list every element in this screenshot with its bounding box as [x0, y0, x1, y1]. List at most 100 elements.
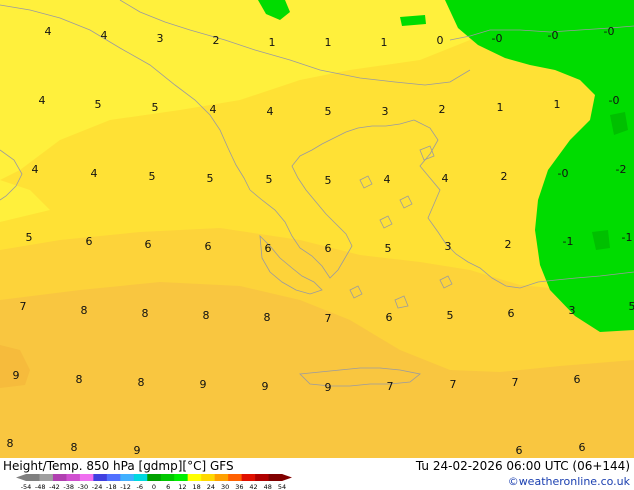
grid-value: 9 — [325, 381, 332, 394]
grid-value: 1 — [381, 36, 388, 49]
grid-value: 3 — [445, 240, 452, 253]
valid-time: Tu 24-02-2026 06:00 UTC (06+144) — [415, 459, 630, 473]
grid-value: 6 — [386, 311, 393, 324]
legend-swatch — [214, 474, 229, 481]
grid-value: 8 — [203, 309, 210, 322]
grid-value: 6 — [265, 242, 272, 255]
grid-value: 6 — [574, 373, 581, 386]
grid-value: 7 — [450, 378, 457, 391]
grid-value: 8 — [81, 304, 88, 317]
grid-value: 7 — [512, 376, 519, 389]
map-title: Height/Temp. 850 hPa [gdmp][°C] GFS — [3, 459, 234, 473]
legend-tick-label: -18 — [106, 483, 117, 490]
grid-value: 3 — [382, 105, 389, 118]
grid-value: 6 — [145, 238, 152, 251]
temperature-map: 4 4 3 2 1 1 1 0 -0 -0 -0 4 5 5 4 4 5 3 2 1 1 -0 4 4 5 5 5 5 4 4 2 -0 -2 5… — [0, 0, 634, 458]
grid-value: 4 — [91, 167, 98, 180]
grid-value: 2 — [213, 34, 220, 47]
legend-swatch — [52, 474, 67, 481]
grid-value: 5 — [325, 174, 332, 187]
grid-value: 5 — [149, 170, 156, 183]
grid-value: 1 — [497, 101, 504, 114]
legend-tick-label: -38 — [63, 483, 74, 490]
legend-swatch — [133, 474, 148, 481]
legend-swatch — [268, 474, 283, 481]
grid-value: 4 — [32, 163, 39, 176]
legend-tick-label: -30 — [78, 483, 89, 490]
grid-value: 5 — [447, 309, 454, 322]
grid-value: 5 — [266, 173, 273, 186]
legend-swatch — [106, 474, 121, 481]
grid-value: 3 — [569, 304, 576, 317]
grid-value: -0 — [492, 32, 503, 45]
grid-value: 7 — [325, 312, 332, 325]
legend-tick-label: -48 — [35, 483, 46, 490]
grid-value: 0 — [437, 34, 444, 47]
grid-value: 5 — [385, 242, 392, 255]
grid-value: 9 — [13, 369, 20, 382]
grid-value: 6 — [516, 444, 523, 457]
grid-value: 4 — [45, 25, 52, 38]
legend-tick-label: 18 — [193, 483, 201, 490]
grid-value: 4 — [442, 172, 449, 185]
legend-swatch — [241, 474, 256, 481]
grid-value: 7 — [20, 300, 27, 313]
grid-value: 8 — [142, 307, 149, 320]
grid-value: 7 — [387, 380, 394, 393]
legend-tick-label: 12 — [178, 483, 186, 490]
legend-tick-label: -6 — [137, 483, 143, 490]
legend-tick-label: -12 — [120, 483, 131, 490]
grid-value: 1 — [554, 98, 561, 111]
grid-value: 8 — [138, 376, 145, 389]
grid-value: 4 — [384, 173, 391, 186]
legend-swatch — [147, 474, 162, 481]
grid-value: 5 — [95, 98, 102, 111]
map-area: 4 4 3 2 1 1 1 0 -0 -0 -0 4 5 5 4 4 5 3 2 1 1 -0 4 4 5 5 5 5 4 4 2 -0 -2 5… — [0, 0, 634, 458]
legend-tick-label: 48 — [264, 483, 272, 490]
grid-value: -0 — [604, 25, 615, 38]
grid-value: 5 — [207, 172, 214, 185]
grid-value: 3 — [157, 32, 164, 45]
grid-value: -0 — [548, 29, 559, 42]
legend-ticks: -54 -48 -42 -38 -30 -24 -18 -12 -6 0 6 12 18 24 30 36 42… — [21, 483, 286, 490]
bottom-bar: Height/Temp. 850 hPa [gdmp][°C] GFS Tu 2… — [0, 458, 634, 490]
legend-swatch — [79, 474, 94, 481]
grid-value: -0 — [609, 94, 620, 107]
legend-swatch — [66, 474, 81, 481]
legend-arrow-right — [282, 474, 292, 481]
grid-value: 4 — [101, 29, 108, 42]
grid-value: 1 — [269, 36, 276, 49]
grid-value: -1 — [563, 235, 574, 248]
grid-value: 6 — [86, 235, 93, 248]
legend-tick-label: -42 — [49, 483, 60, 490]
grid-value: 4 — [267, 105, 274, 118]
grid-value: 8 — [76, 373, 83, 386]
grid-value: 6 — [579, 441, 586, 454]
grid-value: 2 — [501, 170, 508, 183]
grid-value: 6 — [508, 307, 515, 320]
legend-swatch — [228, 474, 242, 481]
legend-swatch — [201, 474, 215, 481]
grid-value: 8 — [71, 441, 78, 454]
legend-tick-label: 36 — [235, 483, 243, 490]
legend-swatch — [255, 474, 269, 481]
legend-tick-label: -24 — [92, 483, 103, 490]
legend-tick-label: -54 — [21, 483, 32, 490]
credit-link[interactable]: ©weatheronline.co.uk — [508, 475, 630, 488]
legend-tick-label: 30 — [221, 483, 229, 490]
grid-value: 8 — [264, 311, 271, 324]
grid-value: -0 — [558, 167, 569, 180]
grid-value: 9 — [200, 378, 207, 391]
grid-value: 5 — [26, 231, 33, 244]
legend-swatch — [93, 474, 108, 481]
legend-tick-label: 6 — [166, 483, 170, 490]
grid-value: -1 — [622, 231, 633, 244]
legend-swatch — [26, 474, 40, 481]
grid-value: 4 — [210, 103, 217, 116]
grid-value: 6 — [325, 242, 332, 255]
grid-value: 5 — [152, 101, 159, 114]
grid-value: 5 — [629, 300, 634, 313]
grid-value: 8 — [7, 437, 14, 450]
grid-value: 2 — [439, 103, 446, 116]
legend-bar — [16, 474, 292, 481]
